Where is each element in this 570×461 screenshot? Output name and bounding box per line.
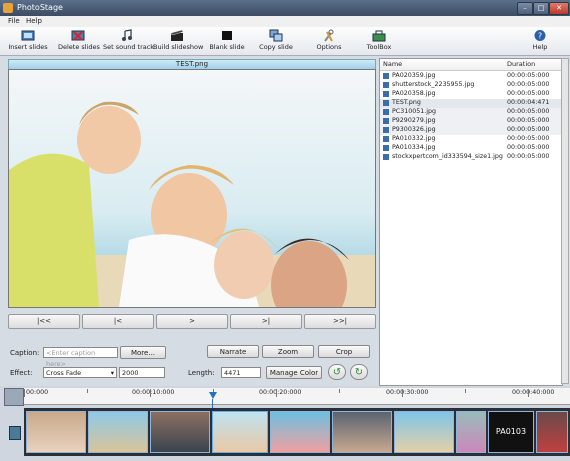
list-item[interactable]: PA010332.jpg 00:00:05:000 <box>380 135 562 144</box>
image-file-icon <box>383 154 389 160</box>
help-icon: ? <box>534 30 546 41</box>
first-slide-button[interactable]: |<< <box>8 314 80 329</box>
image-file-icon <box>383 73 389 79</box>
slide-thumbnail-blank[interactable]: PA0103 <box>488 411 534 453</box>
insert-slides-icon <box>21 30 35 41</box>
options-tools-icon <box>324 29 334 42</box>
options-button[interactable]: Options <box>312 29 346 54</box>
last-slide-button[interactable]: >>| <box>304 314 376 329</box>
rotate-left-icon: ↺ <box>332 367 342 378</box>
menu-file[interactable]: File <box>8 17 20 25</box>
caption-label: Caption: <box>10 349 40 357</box>
insert-slides-button[interactable]: Insert slides <box>8 29 48 54</box>
toolbox-button[interactable]: ToolBox <box>362 29 396 54</box>
slide-thumbnail[interactable] <box>150 411 210 453</box>
blank-slide-icon <box>222 31 232 40</box>
crop-button[interactable]: Crop <box>318 345 370 358</box>
effect-duration-input[interactable]: 2000 <box>119 367 165 378</box>
length-label: Length: <box>188 369 215 377</box>
music-note-icon <box>122 29 132 41</box>
slide-preview-image <box>8 69 376 308</box>
svg-text:?: ? <box>538 32 542 41</box>
app-icon <box>3 3 13 13</box>
effect-label: Effect: <box>10 369 33 377</box>
help-button[interactable]: ? Help <box>528 29 552 54</box>
image-file-icon <box>383 118 389 124</box>
ruler-label: 00:00:40:000 <box>512 389 555 396</box>
film-icon[interactable] <box>9 426 21 440</box>
menu-help[interactable]: Help <box>26 17 42 25</box>
play-button[interactable]: > <box>156 314 228 329</box>
image-file-icon <box>383 91 389 97</box>
slide-thumbnail[interactable] <box>270 411 330 453</box>
zoom-button[interactable]: Zoom <box>262 345 314 358</box>
chevron-down-icon: ▾ <box>110 369 114 377</box>
slide-thumbnail[interactable] <box>26 411 86 453</box>
delete-slides-icon <box>71 30 85 41</box>
column-duration[interactable]: Duration <box>507 60 535 68</box>
next-slide-button[interactable]: >| <box>230 314 302 329</box>
maximize-button[interactable]: □ <box>533 2 549 15</box>
ruler-label: 00:000 <box>26 389 49 396</box>
window-title: PhotoStage <box>17 3 63 12</box>
narrate-button[interactable]: Narrate <box>207 345 259 358</box>
list-item[interactable]: PA010334.jpg 00:00:05:000 <box>380 144 562 153</box>
minimize-button[interactable]: – <box>517 2 533 15</box>
image-file-icon <box>383 100 389 106</box>
set-sound-track-button[interactable]: Set sound track <box>103 29 154 54</box>
image-file-icon <box>383 127 389 133</box>
list-item[interactable]: stockxpertcom_id333594_size1.jpg 00:00:05… <box>380 153 562 162</box>
effect-select[interactable]: Cross Fade ▾ <box>43 367 117 378</box>
blank-slide-button[interactable]: Blank slide <box>209 29 245 54</box>
caption-input[interactable]: <Enter caption here> <box>43 347 118 368</box>
close-button[interactable]: ✕ <box>549 2 569 15</box>
effect-value: Cross Fade <box>46 369 82 377</box>
list-item[interactable]: PC310051.jpg 00:00:05:000 <box>380 108 562 117</box>
more-button[interactable]: More... <box>120 346 166 359</box>
list-item[interactable]: PA020358.jpg 00:00:05:000 <box>380 90 562 99</box>
ruler-label: 00:00:30:000 <box>386 389 429 396</box>
playhead-marker[interactable] <box>209 392 217 399</box>
previous-slide-button[interactable]: |< <box>82 314 154 329</box>
list-item[interactable]: P9300326.jpg 00:00:05:000 <box>380 126 562 135</box>
image-file-icon <box>383 145 389 151</box>
ruler-label: 00:00:10:000 <box>132 389 175 396</box>
timeline-ruler[interactable]: 00:000 00:00:10:000 00:00:20:000 00:00:3… <box>24 388 570 405</box>
slide-thumbnail[interactable] <box>332 411 392 453</box>
title-bar: PhotoStage – □ ✕ <box>0 0 570 16</box>
timeline-corner <box>4 388 24 406</box>
slide-thumbnail-selected[interactable] <box>212 411 268 453</box>
length-input[interactable]: 4471 <box>221 367 261 378</box>
copy-slide-button[interactable]: Copy slide <box>258 29 294 54</box>
list-item[interactable]: P9290279.jpg 00:00:05:000 <box>380 117 562 126</box>
slide-thumbnail[interactable] <box>394 411 454 453</box>
column-name[interactable]: Name <box>383 60 402 68</box>
build-slideshow-button[interactable]: Build slideshow <box>153 29 203 54</box>
slide-thumbnail-strip: PA0103 <box>24 408 570 456</box>
rotate-left-button[interactable]: ↺ <box>328 364 346 380</box>
file-list-header: Name Duration <box>380 59 562 71</box>
list-item[interactable]: shutterstock_2235955.jpg 00:00:05:000 <box>380 81 562 90</box>
image-file-icon <box>383 136 389 142</box>
ruler-label: 00:00:20:000 <box>259 389 302 396</box>
slide-thumbnail[interactable] <box>88 411 148 453</box>
rotate-right-icon: ↻ <box>354 367 364 378</box>
slide-thumbnail[interactable] <box>536 411 568 453</box>
file-list-scrollbar[interactable] <box>561 58 569 384</box>
clapperboard-icon <box>170 29 184 41</box>
manage-color-button[interactable]: Manage Color <box>266 366 322 379</box>
image-file-icon <box>383 82 389 88</box>
slide-file-list: Name Duration PA020359.jpg 00:00:05:000 s… <box>379 58 563 386</box>
list-item-selected[interactable]: TEST.png 00:00:04:471 <box>380 99 562 108</box>
toolbox-icon <box>372 30 386 42</box>
rotate-right-button[interactable]: ↻ <box>350 364 368 380</box>
copy-slide-icon <box>269 29 283 42</box>
slide-thumbnail[interactable] <box>456 411 486 453</box>
list-item[interactable]: PA020359.jpg 00:00:05:000 <box>380 72 562 81</box>
delete-slides-button[interactable]: Delete slides <box>58 29 100 54</box>
toolbar: Insert slides Delete slides Set sound tr… <box>0 27 570 56</box>
image-file-icon <box>383 109 389 115</box>
